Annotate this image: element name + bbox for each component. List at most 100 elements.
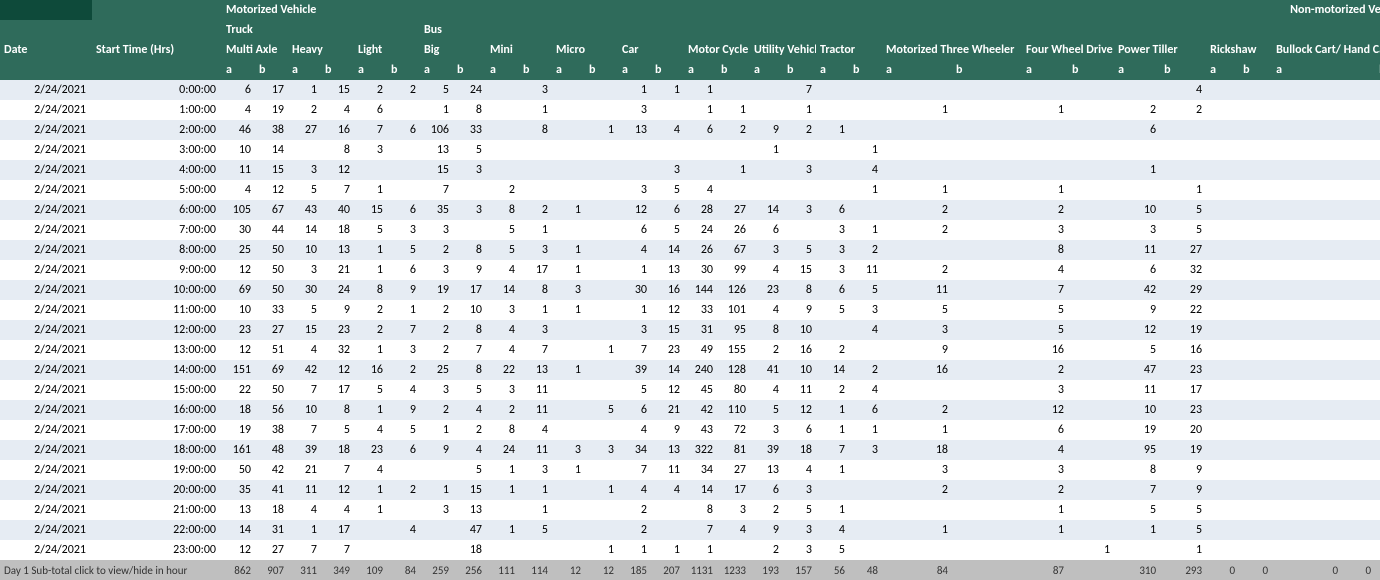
cell-value: 1 [882,180,952,200]
cell-value: 10 [288,240,321,260]
cell-value: 1 [585,480,618,500]
cell-value: 6 [816,280,849,300]
cell-value [750,160,783,180]
cell-value: 240 [684,360,717,380]
cell-value [552,160,585,180]
table-row[interactable]: 2/24/202120:00:0035411112121151114414176… [0,480,1380,500]
cell-value [849,100,882,120]
cell-value: 3 [585,440,618,460]
cell-value [585,100,618,120]
table-row[interactable]: 2/24/202116:00:0018561081924211562142110… [0,400,1380,420]
table-row[interactable]: 2/24/20210:00:0061711522524311174 [0,80,1380,100]
cell-value [1206,200,1239,220]
cell-value: 5 [651,220,684,240]
cell-value [552,400,585,420]
cell-value: 43 [684,420,717,440]
cell-value: 12 [222,260,255,280]
table-row[interactable]: 2/24/202121:00:0013184413131283251155 [0,500,1380,520]
cell-value: 8 [453,360,486,380]
cell-value: 144 [684,280,717,300]
cell-value [387,180,420,200]
cell-time: 20:00:00 [92,480,222,500]
cell-value: 41 [255,480,288,500]
table-row[interactable]: 2/24/20212:00:00463827167610633811346292… [0,120,1380,140]
table-row[interactable]: 2/24/20216:00:00105674340156353821126282… [0,200,1380,220]
cell-value [585,320,618,340]
table-row[interactable]: 2/24/202111:00:0010335921210311112331014… [0,300,1380,320]
table-row[interactable]: 2/24/202123:00:0012277718111123511 [0,540,1380,560]
table-row[interactable]: 2/24/202113:00:0012514321327471723491552… [0,340,1380,360]
cell-value [1342,320,1375,340]
cell-value [1239,460,1272,480]
cell-value: 24 [684,220,717,240]
cell-value: 18 [453,540,486,560]
cell-value [585,420,618,440]
table-row[interactable]: 2/24/202117:00:0019387545128449437236111… [0,420,1380,440]
cell-value [1272,180,1342,200]
subtotal-row[interactable]: Day 1 Sub-total click to view/hide in ho… [0,560,1380,580]
cell-value: 4 [651,480,684,500]
cell-value [651,500,684,520]
cell-value [552,520,585,540]
table-row[interactable]: 2/24/202110:00:0069503024891917148330161… [0,280,1380,300]
cell-value: 22 [222,380,255,400]
cell-value: 15 [255,160,288,180]
cell-value: 38 [255,120,288,140]
cell-value [1375,280,1380,300]
cell-value: 5 [1022,320,1068,340]
cell-value: 17 [321,380,354,400]
table-row[interactable]: 2/24/20217:00:00304414185335165242663123… [0,220,1380,240]
table-row[interactable]: 2/24/20213:00:0010148313511 [0,140,1380,160]
table-row[interactable]: 2/24/20215:00:00412571723541111 [0,180,1380,200]
cell-date: 2/24/2021 [0,260,92,280]
cell-value [952,140,1022,160]
table-row[interactable]: 2/24/20214:00:00111531215331341 [0,160,1380,180]
table-row[interactable]: 2/24/20218:00:00255010131528531414266735… [0,240,1380,260]
cell-value: 6 [1114,260,1160,280]
cell-value [952,180,1022,200]
cell-time: 3:00:00 [92,140,222,160]
table-row[interactable]: 2/24/202112:00:0023271523272843315319581… [0,320,1380,340]
cell-value [1068,100,1114,120]
cell-value [1272,220,1342,240]
table-row[interactable]: 2/24/202122:00:001431117447152749341115 [0,520,1380,540]
cell-value: 50 [255,240,288,260]
cell-value [1206,220,1239,240]
hdr-heavy: Heavy [288,40,354,60]
cell-value: 4 [354,460,387,480]
cell-value [1022,140,1068,160]
cell-value [354,160,387,180]
cell-value [750,100,783,120]
cell-value: 8 [453,240,486,260]
table-row[interactable]: 2/24/202118:00:0016148391823694241133341… [0,440,1380,460]
table-row[interactable]: 2/24/20219:00:00125032116394171113309941… [0,260,1380,280]
table-row[interactable]: 2/24/202114:00:0015169421216225822131391… [0,360,1380,380]
cell-value: 30 [684,260,717,280]
cell-value: 11 [288,480,321,500]
cell-value: 11 [882,280,952,300]
table-row[interactable]: 2/24/20211:00:0041924618131111122 [0,100,1380,120]
cell-value [486,500,519,520]
cell-value: 1 [1022,500,1068,520]
cell-value: 1 [1160,540,1206,560]
cell-value: 18 [882,440,952,460]
cell-value: 42 [288,360,321,380]
cell-value: 3 [420,220,453,240]
cell-date: 2/24/2021 [0,240,92,260]
cell-value [882,500,952,520]
cell-value [1272,160,1342,180]
cell-value: 4 [750,380,783,400]
cell-value [952,280,1022,300]
cell-value: 12 [618,200,651,220]
cell-value: 51 [255,340,288,360]
cell-value: 33 [255,300,288,320]
cell-value: 17 [453,280,486,300]
table-row[interactable]: 2/24/202115:00:0022507175435311512458041… [0,380,1380,400]
cell-value [1375,420,1380,440]
cell-value [519,180,552,200]
cell-value [1342,260,1375,280]
cell-value [387,160,420,180]
cell-value [1342,360,1375,380]
cell-value: 27 [255,540,288,560]
table-row[interactable]: 2/24/202119:00:0050422174513171134271341… [0,460,1380,480]
